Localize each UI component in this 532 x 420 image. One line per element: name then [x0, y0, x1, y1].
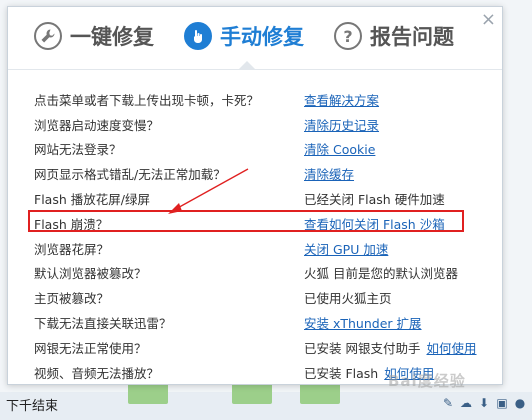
- watermark: Bai度经验: [388, 372, 466, 390]
- tools-icon[interactable]: ✎: [442, 396, 454, 410]
- download-icon[interactable]: ⬇: [478, 396, 490, 410]
- background-thumbnail: [128, 382, 168, 404]
- tray-icons: ✎ ☁ ⬇ ▣ ●: [442, 396, 526, 410]
- user-icon[interactable]: ●: [514, 396, 526, 410]
- window-icon[interactable]: ▣: [496, 396, 508, 410]
- cloud-icon[interactable]: ☁: [460, 396, 472, 410]
- annotation-arrow: [168, 168, 249, 214]
- repair-popup: × 一键修复 手动修复 ? 报告问题 点击菜单或者下载上传出现卡顿，卡死？ 查看…: [7, 6, 503, 385]
- background-text: 下千结束: [6, 399, 59, 414]
- background-thumbnail: [232, 382, 272, 404]
- background-thumbnail: [300, 382, 340, 404]
